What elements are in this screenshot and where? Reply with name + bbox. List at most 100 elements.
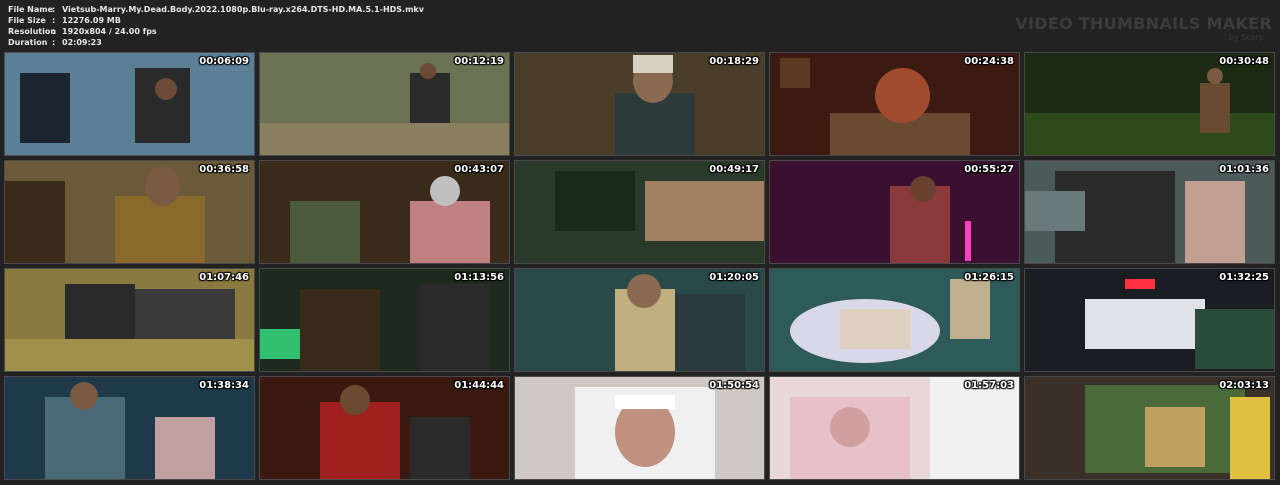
scene-shape bbox=[1085, 299, 1205, 349]
scene-shape bbox=[1185, 181, 1245, 263]
scene-shape bbox=[615, 395, 675, 409]
scene-shape bbox=[20, 73, 70, 143]
thumbnail-timestamp: 00:49:17 bbox=[709, 164, 759, 175]
scene-shape bbox=[340, 385, 370, 415]
thumbnail-frame: 01:20:05 bbox=[514, 268, 765, 372]
thumbnail-timestamp: 00:18:29 bbox=[709, 56, 759, 67]
scene-shape bbox=[420, 284, 490, 371]
scene-shape bbox=[840, 309, 910, 349]
info-key: Resolution bbox=[8, 27, 57, 36]
thumbnail-timestamp: 00:24:38 bbox=[964, 56, 1014, 67]
info-key: File Name bbox=[8, 5, 54, 14]
thumbnail-timestamp: 00:06:09 bbox=[199, 56, 249, 67]
thumbnail-timestamp: 01:44:44 bbox=[454, 380, 504, 391]
thumbnail-frame: 01:32:25 bbox=[1024, 268, 1275, 372]
scene-shape bbox=[1025, 113, 1274, 155]
thumbnail-timestamp: 02:03:13 bbox=[1219, 380, 1269, 391]
scene-shape bbox=[1207, 68, 1223, 84]
thumbnail-timestamp: 00:55:27 bbox=[964, 164, 1014, 175]
thumbnail-timestamp: 01:32:25 bbox=[1219, 272, 1269, 283]
thumbnail-timestamp: 00:43:07 bbox=[454, 164, 504, 175]
thumbnail-frame: 00:30:48 bbox=[1024, 52, 1275, 156]
scene-shape bbox=[5, 181, 65, 263]
thumbnail-frame: 01:57:03 bbox=[769, 376, 1020, 480]
thumbnail-timestamp: 01:07:46 bbox=[199, 272, 249, 283]
info-value: 1920x804 / 24.00 fps bbox=[62, 27, 157, 36]
scene-shape bbox=[950, 279, 990, 339]
scene-shape bbox=[910, 176, 936, 202]
thumbnail-timestamp: 01:26:15 bbox=[964, 272, 1014, 283]
thumbnail-timestamp: 01:13:56 bbox=[454, 272, 504, 283]
thumbnail-frame: 00:24:38 bbox=[769, 52, 1020, 156]
thumbnail-frame: 01:50:54 bbox=[514, 376, 765, 480]
scene-shape bbox=[260, 123, 509, 155]
scene-shape bbox=[675, 294, 745, 371]
scene-shape bbox=[290, 201, 360, 263]
scene-shape bbox=[627, 274, 661, 308]
scene-shape bbox=[5, 339, 254, 371]
thumbnail-timestamp: 01:38:34 bbox=[199, 380, 249, 391]
thumbnail-frame: 01:01:36 bbox=[1024, 160, 1275, 264]
scene-shape bbox=[155, 78, 177, 100]
thumbnail-frame: 00:18:29 bbox=[514, 52, 765, 156]
thumbnail-frame: 01:13:56 bbox=[259, 268, 510, 372]
scene-shape bbox=[1025, 191, 1085, 231]
thumbnail-timestamp: 01:01:36 bbox=[1219, 164, 1269, 175]
info-separator: : bbox=[52, 16, 56, 25]
scene-shape bbox=[1195, 309, 1274, 369]
info-separator: : bbox=[52, 38, 56, 47]
scene-shape bbox=[965, 221, 971, 261]
thumbnail-timestamp: 01:57:03 bbox=[964, 380, 1014, 391]
thumbnail-frame: 00:06:09 bbox=[4, 52, 255, 156]
thumbnail-frame: 02:03:13 bbox=[1024, 376, 1275, 480]
thumbnail-frame: 00:43:07 bbox=[259, 160, 510, 264]
scene-shape bbox=[1125, 279, 1155, 289]
thumbnail-grid: 00:06:09 00:12:19 00:18:29 00:24:38 00:30:48… bbox=[4, 52, 1275, 480]
info-row-duration: Duration : 02:09:23 bbox=[8, 37, 424, 48]
info-separator: : bbox=[52, 27, 56, 36]
scene-shape bbox=[430, 176, 460, 206]
scene-shape bbox=[420, 63, 436, 79]
thumbnail-frame: 00:12:19 bbox=[259, 52, 510, 156]
watermark-title: VIDEO THUMBNAILS MAKER bbox=[1015, 14, 1272, 33]
scene-shape bbox=[410, 201, 490, 263]
thumbnail-frame: 01:07:46 bbox=[4, 268, 255, 372]
thumbnail-timestamp: 01:50:54 bbox=[709, 380, 759, 391]
scene-shape bbox=[410, 417, 470, 479]
scene-shape bbox=[300, 289, 380, 371]
info-row-file-size: File Size : 12276.09 MB bbox=[8, 15, 424, 26]
thumbnail-frame: 01:44:44 bbox=[259, 376, 510, 480]
thumbnail-timestamp: 00:36:58 bbox=[199, 164, 249, 175]
info-row-resolution: Resolution : 1920x804 / 24.00 fps bbox=[8, 26, 424, 37]
watermark-subtitle: by Scorp bbox=[1228, 33, 1264, 42]
info-key: File Size bbox=[8, 16, 46, 25]
thumbnail-timestamp: 01:20:05 bbox=[709, 272, 759, 283]
info-separator: : bbox=[52, 5, 56, 14]
info-key: Duration bbox=[8, 38, 48, 47]
watermark-logo: VIDEO THUMBNAILS MAKER by Scorp bbox=[1015, 14, 1272, 43]
scene-shape bbox=[780, 58, 810, 88]
file-info: File Name : Vietsub-Marry.My.Dead.Body.2… bbox=[8, 4, 424, 48]
scene-shape bbox=[260, 329, 300, 359]
thumbnail-frame: 00:49:17 bbox=[514, 160, 765, 264]
scene-shape bbox=[875, 68, 930, 123]
scene-shape bbox=[555, 171, 635, 231]
scene-shape bbox=[645, 181, 764, 241]
thumbnail-timestamp: 00:12:19 bbox=[454, 56, 504, 67]
scene-shape bbox=[1230, 397, 1270, 479]
scene-shape bbox=[930, 377, 1019, 479]
thumbnail-frame: 00:55:27 bbox=[769, 160, 1020, 264]
thumbnail-timestamp: 00:30:48 bbox=[1219, 56, 1269, 67]
scene-shape bbox=[155, 417, 215, 479]
info-row-file-name: File Name : Vietsub-Marry.My.Dead.Body.2… bbox=[8, 4, 424, 15]
scene-shape bbox=[1145, 407, 1205, 467]
info-value: 02:09:23 bbox=[62, 38, 102, 47]
scene-shape bbox=[830, 407, 870, 447]
info-value: 12276.09 MB bbox=[62, 16, 121, 25]
scene-shape bbox=[633, 55, 673, 73]
thumbnail-frame: 00:36:58 bbox=[4, 160, 255, 264]
thumbnail-frame: 01:38:34 bbox=[4, 376, 255, 480]
scene-shape bbox=[145, 166, 180, 206]
info-value: Vietsub-Marry.My.Dead.Body.2022.1080p.Bl… bbox=[62, 5, 424, 14]
scene-shape bbox=[70, 382, 98, 410]
